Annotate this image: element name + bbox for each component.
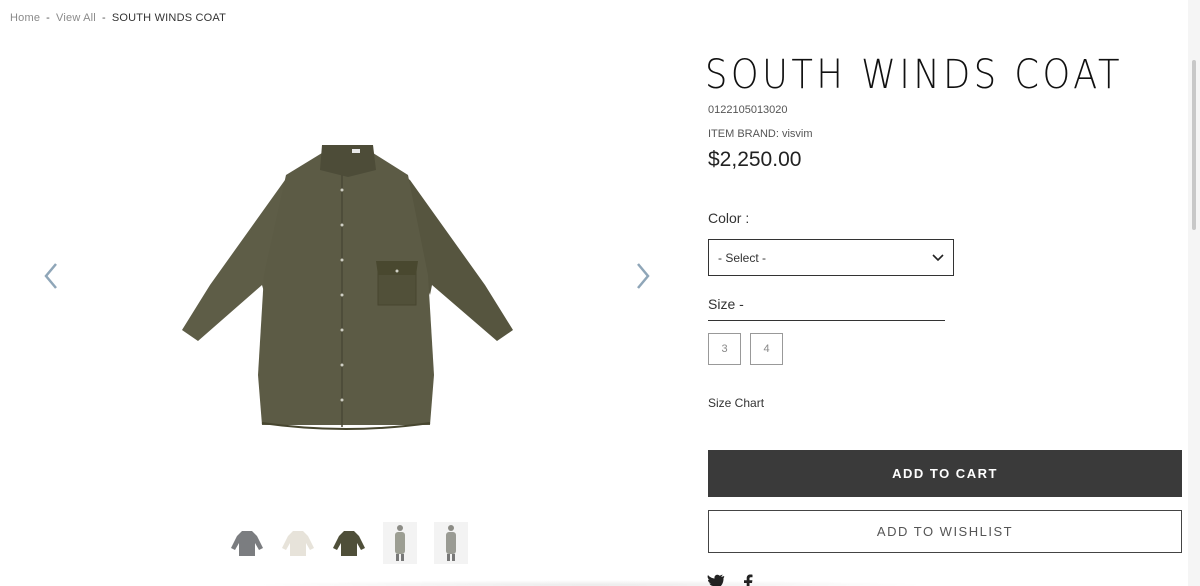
product-title: SOUTH WINDS COAT (705, 52, 1123, 98)
product-sku: 0122105013020 (708, 104, 788, 116)
breadcrumb-home[interactable]: Home (10, 12, 40, 24)
chevron-left-icon (44, 263, 57, 289)
size-label: Size - (708, 296, 744, 312)
thumbnail-strip (228, 522, 470, 564)
gallery-prev-button[interactable] (40, 260, 64, 292)
product-brand: ITEM BRAND: visvim (708, 128, 813, 140)
product-price: $2,250.00 (708, 148, 802, 171)
size-options: 3 4 (708, 333, 783, 365)
gallery-next-button[interactable] (630, 260, 654, 292)
thumbnail-grey-coat[interactable] (228, 522, 266, 564)
color-label: Color : (708, 210, 750, 226)
thumbnail-model-back[interactable] (432, 522, 470, 564)
size-divider (708, 320, 945, 321)
thumbnail-olive-coat[interactable] (330, 522, 368, 564)
color-select-value: - Select - (718, 250, 767, 265)
thumbnail-white-coat[interactable] (279, 522, 317, 564)
page-scrollbar[interactable] (1188, 0, 1200, 586)
breadcrumb-separator: - (46, 12, 51, 24)
product-main-image[interactable] (170, 135, 525, 445)
thumbnail-model-front[interactable] (381, 522, 419, 564)
chevron-down-icon (932, 253, 944, 261)
breadcrumb-view-all[interactable]: View All (56, 12, 96, 24)
size-option-3[interactable]: 3 (708, 333, 741, 365)
size-chart-link[interactable]: Size Chart (708, 396, 764, 410)
add-to-cart-button[interactable]: ADD TO CART (708, 450, 1182, 497)
breadcrumb-current: SOUTH WINDS COAT (111, 12, 227, 24)
add-to-wishlist-button[interactable]: ADD TO WISHLIST (708, 510, 1182, 553)
chevron-right-icon (637, 263, 650, 289)
color-select[interactable]: - Select - (708, 239, 954, 276)
breadcrumb-separator: - (101, 12, 106, 24)
size-option-4[interactable]: 4 (750, 333, 783, 365)
footer-shadow (250, 580, 930, 586)
breadcrumb: Home - View All - SOUTH WINDS COAT (10, 12, 226, 24)
scrollbar-thumb[interactable] (1192, 60, 1196, 230)
